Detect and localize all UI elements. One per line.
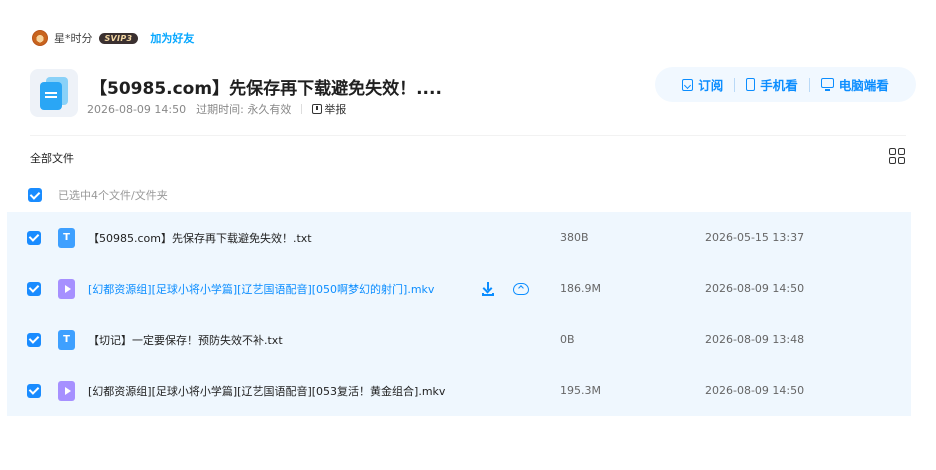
share-meta: 2026-08-09 14:50 过期时间: 永久有效 举报 [87,101,346,117]
file-row[interactable]: T 【切记】一定要保存！预防失效不补.txt 0B 2026-08-09 13:… [7,314,911,365]
file-row[interactable]: [幻都资源组][足球小将小学篇][辽艺国语配音][053复活！黄金组合].mkv… [7,365,911,416]
file-list: T 【50985.com】先保存再下载避免失效！.txt 380B 2026-0… [7,212,911,416]
share-page-card: 星*时分 SVIP3 加为好友 【50985.com】先保存再下载避免失效！..… [0,0,936,470]
meta-divider [301,104,303,114]
owner-row: 星*时分 SVIP3 加为好友 [32,29,194,47]
action-divider [734,77,736,92]
vip-badge: SVIP3 [98,32,139,44]
share-expiry: 过期时间: 永久有效 [196,103,292,116]
file-size: 380B [560,231,589,244]
avatar[interactable] [32,30,48,46]
phone-icon [746,78,756,91]
mobile-view-label: 手机看 [760,78,798,93]
mobile-view-button[interactable]: 手机看 [746,75,798,94]
add-friend-link[interactable]: 加为好友 [150,30,194,46]
file-size: 195.3M [560,384,601,397]
video-file-icon [58,278,75,299]
share-title: 【50985.com】先保存再下载避免失效！.... [90,79,442,99]
report-button[interactable]: 举报 [312,101,346,117]
subscribe-button[interactable]: 订阅 [682,75,723,94]
file-size: 0B [560,333,575,346]
share-date: 2026-08-09 14:50 [87,102,187,116]
owner-name[interactable]: 星*时分 [54,30,93,46]
file-checkbox[interactable] [27,332,41,347]
video-file-icon [58,380,75,401]
file-date: 2026-08-09 13:48 [705,333,805,346]
header-divider [30,135,906,136]
file-checkbox[interactable] [27,230,41,245]
selected-count-text: 已选中4个文件/文件夹 [58,189,168,202]
file-date: 2026-08-09 14:50 [705,384,805,397]
file-row[interactable]: [幻都资源组][足球小将小学篇][辽艺国语配音][050啊梦幻的射门].mkv … [7,263,911,314]
share-folder-icon [30,69,78,117]
report-icon [312,104,323,114]
file-size: 186.9M [560,282,601,295]
desktop-view-label: 电脑端看 [838,78,889,93]
grid-view-icon[interactable] [889,148,906,165]
txt-file-icon: T [58,227,75,248]
view-actions: 订阅 手机看 电脑端看 [655,67,916,102]
file-date: 2026-08-09 14:50 [705,282,805,295]
action-divider [808,77,810,92]
txt-file-icon: T [58,329,75,350]
file-name[interactable]: 【50985.com】先保存再下载避免失效！.txt [88,230,312,246]
file-name[interactable]: [幻都资源组][足球小将小学篇][辽艺国语配音][050啊梦幻的射门].mkv [88,281,434,297]
file-name[interactable]: 【切记】一定要保存！预防失效不补.txt [88,332,283,348]
select-all-checkbox[interactable] [28,188,42,202]
file-row[interactable]: T 【50985.com】先保存再下载避免失效！.txt 380B 2026-0… [7,212,911,263]
report-label: 举报 [324,103,347,116]
subscribe-icon [682,78,694,91]
file-checkbox[interactable] [27,281,41,296]
desktop-view-button[interactable]: 电脑端看 [820,75,889,94]
file-checkbox[interactable] [27,383,41,398]
save-to-cloud-icon[interactable] [513,282,529,295]
file-date: 2026-05-15 13:37 [705,231,805,244]
breadcrumb-all-files[interactable]: 全部文件 [30,150,74,166]
monitor-icon [820,78,834,91]
subscribe-label: 订阅 [698,78,724,93]
download-icon[interactable] [481,281,495,296]
file-name[interactable]: [幻都资源组][足球小将小学篇][辽艺国语配音][053复活！黄金组合].mkv [88,383,445,399]
row-tools [481,281,529,296]
select-all-row: 已选中4个文件/文件夹 [28,187,168,203]
